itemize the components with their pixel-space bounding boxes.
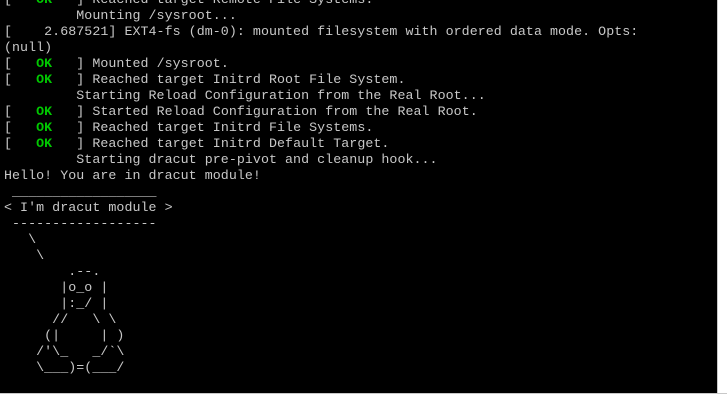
console-text: /'\_ _/`\ [4,344,125,359]
console-text: \___)=(___/ [4,360,125,375]
console-text: Starting dracut pre-pivot and cleanup ho… [4,152,438,167]
console-line: \ [4,232,36,248]
status-bracket-close: ] [76,136,93,151]
horizontal-scrollbar[interactable] [0,393,727,403]
console-line: Hello! You are in dracut module! [4,168,261,184]
console-text: (null) [4,40,53,55]
status-bracket-close: ] [76,72,93,87]
status-message: Reached target Initrd Default Target. [92,136,390,151]
console-line: \ [4,248,44,264]
console-text: |:_/ | [4,296,109,311]
status-bracket-close: ] [76,0,92,7]
console-line: .--. [4,264,100,280]
status-ok: OK [28,0,60,7]
console-line: (null) [4,40,52,56]
status-bracket-open: [ [4,56,13,71]
console-text: (| | ) [4,328,125,343]
console-text: // \ \ [4,312,117,327]
console-text: [ 2.687521] EXT4-fs (dm-0): mounted file… [4,24,639,39]
console-line: Starting dracut pre-pivot and cleanup ho… [4,152,438,168]
status-bracket-close: ] [76,104,93,119]
status-bracket-open: [ [4,120,13,135]
status-bracket-close: ] [76,56,93,71]
console-line: __________________ [4,184,157,200]
status-message: Reached target Remote File Systems. [92,0,373,7]
console-line: /'\_ _/`\ [4,344,124,360]
console-line: // \ \ [4,312,116,328]
console-text: Starting Reload Configuration from the R… [4,88,486,103]
console-line: ------------------ [4,216,157,232]
console-line: [ 2.687521] EXT4-fs (dm-0): mounted file… [4,24,638,40]
status-message: Reached target Initrd Root File System. [92,72,406,87]
console-text: < I'm dracut module > [4,200,173,215]
console-line: [ OK ] Started Reload Configuration from… [4,104,478,120]
status-ok: OK [28,72,61,87]
console-line: (| | ) [4,328,124,344]
console-line: [ OK ] Mounted /sysroot. [4,56,229,72]
console-text: \ [4,232,37,247]
status-bracket-open: [ [4,0,12,7]
status-ok: OK [28,120,61,135]
console-line: [ OK ] Reached target Initrd Root File S… [4,72,406,88]
console-text: __________________ [4,184,157,199]
console-line: Starting Reload Configuration from the R… [4,88,486,104]
console-line: Mounting /sysroot... [4,8,237,24]
console-text: |o_o | [4,280,109,295]
console-line: < I'm dracut module > [4,200,173,216]
console-line: [ OK ] Reached target Remote File System… [4,0,373,8]
terminal-console[interactable]: [ OK ] Reached target Remote File System… [0,0,717,393]
console-line: [ OK ] Reached target Initrd Default Tar… [4,136,389,152]
status-bracket-open: [ [4,136,13,151]
status-ok: OK [28,56,61,71]
status-bracket-open: [ [4,104,13,119]
status-ok: OK [28,136,61,151]
status-message: Started Reload Configuration from the Re… [92,104,478,119]
console-line: |o_o | [4,280,108,296]
console-text: .--. [4,264,101,279]
console-text: Hello! You are in dracut module! [4,168,261,183]
console-text: \ [4,248,45,263]
console-text: ------------------ [4,216,157,231]
console-line: |:_/ | [4,296,108,312]
status-message: Mounted /sysroot. [92,56,229,71]
console-text: Mounting /sysroot... [4,8,237,23]
status-message: Reached target Initrd File Systems. [92,120,374,135]
status-bracket-open: [ [4,72,13,87]
console-line: \___)=(___/ [4,360,124,376]
status-bracket-close: ] [76,120,93,135]
vertical-scrollbar[interactable] [717,0,727,393]
status-ok: OK [28,104,61,119]
console-line: [ OK ] Reached target Initrd File System… [4,120,373,136]
